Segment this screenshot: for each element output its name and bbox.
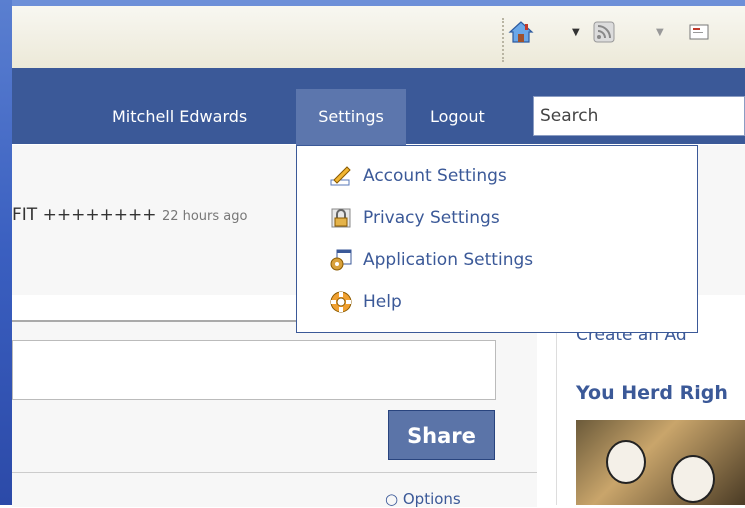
profile-link[interactable]: Mitchell Edwards	[112, 89, 247, 145]
settings-menu-button[interactable]: Settings	[296, 89, 406, 145]
options-label: Options	[402, 490, 461, 508]
help-item[interactable]: Help	[329, 284, 402, 320]
status-timestamp[interactable]: 22 hours ago	[162, 209, 248, 224]
home-dropdown-icon[interactable]: ▼	[572, 27, 580, 38]
mail-icon[interactable]	[688, 20, 710, 44]
application-gear-icon	[330, 249, 352, 271]
account-settings-item[interactable]: Account Settings	[329, 158, 507, 194]
menu-item-label: Application Settings	[363, 250, 534, 270]
feeds-icon[interactable]	[592, 20, 616, 44]
feeds-dropdown-icon[interactable]: ▼	[656, 27, 664, 38]
compose-input[interactable]	[12, 340, 496, 400]
status-text: FIT ++++++++	[12, 205, 162, 225]
lock-icon	[331, 208, 351, 228]
lifebuoy-icon	[330, 291, 352, 313]
ad-image[interactable]	[576, 420, 745, 505]
search-input[interactable]: Search	[533, 96, 745, 136]
menu-item-label: Privacy Settings	[363, 208, 500, 228]
menu-item-label: Help	[363, 292, 402, 312]
ad-title[interactable]: You Herd Righ	[576, 382, 728, 404]
pencil-ruler-icon	[330, 166, 351, 186]
share-button[interactable]: Share	[388, 410, 495, 460]
desktop-left-edge	[0, 0, 12, 505]
home-icon[interactable]	[508, 20, 534, 44]
menu-item-label: Account Settings	[363, 166, 507, 186]
logout-link[interactable]: Logout	[430, 89, 485, 145]
options-link[interactable]: ○ Options	[385, 490, 461, 508]
header-bar-top	[12, 68, 745, 90]
divider	[12, 472, 537, 473]
application-settings-item[interactable]: Application Settings	[329, 242, 533, 278]
cow-figure	[671, 455, 715, 503]
settings-dropdown: Account Settings Privacy Settings Applic…	[296, 145, 698, 333]
status-line: FIT ++++++++ 22 hours ago	[12, 205, 247, 225]
browser-toolbar	[12, 6, 745, 69]
cow-figure	[606, 440, 646, 484]
search-icon: ○	[385, 490, 399, 508]
privacy-settings-item[interactable]: Privacy Settings	[329, 200, 500, 236]
